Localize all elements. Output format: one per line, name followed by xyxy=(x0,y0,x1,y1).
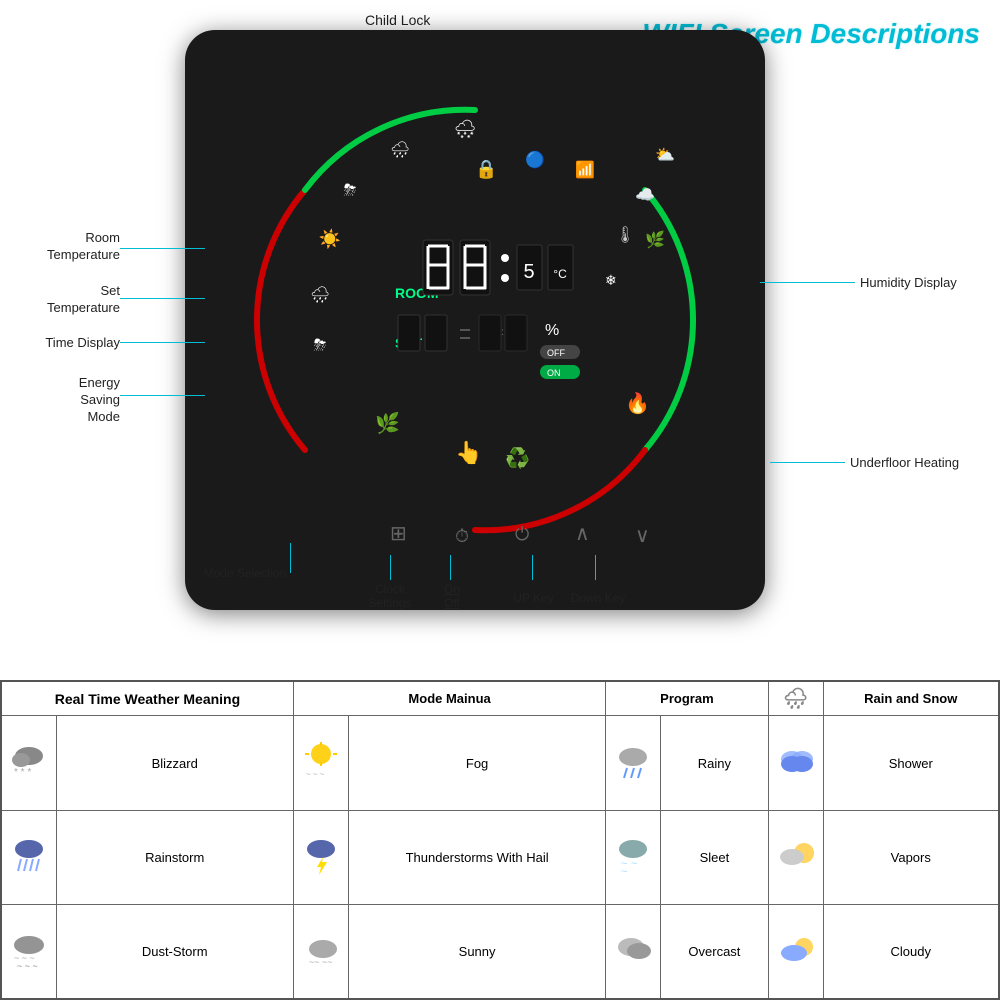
svg-text:⊞: ⊞ xyxy=(390,523,407,545)
svg-text:~ ~ ~: ~ ~ ~ xyxy=(17,961,38,969)
room-temp-line xyxy=(120,248,205,249)
mode-selection-label: Mode Selection xyxy=(200,566,290,580)
dust-storm-icon: ~ ~ ~ ~ ~ ~ xyxy=(1,904,56,999)
vapors-label: Vapors xyxy=(823,811,999,905)
svg-text:5: 5 xyxy=(523,261,534,283)
shower-icon xyxy=(768,716,823,811)
set-temp-label: SetTemperature xyxy=(5,283,120,317)
rainstorm-label: Rainstorm xyxy=(56,811,293,905)
top-section: WIFI Screen Descriptions Child Lock 🌨 🌧 … xyxy=(0,0,1000,680)
vapors-icon xyxy=(768,811,823,905)
table-row: Rainstorm Thunderstorms With Hail ~ ~ ~ xyxy=(1,811,999,905)
blizzard-icon: * * * xyxy=(1,716,56,811)
svg-text:∧: ∧ xyxy=(575,523,590,545)
svg-text:⛅: ⛅ xyxy=(655,147,675,164)
header-mode: Mode Mainua xyxy=(293,681,605,716)
energy-saving-line xyxy=(120,395,205,396)
humidity-line xyxy=(760,282,855,283)
table-row: ~ ~ ~ ~ ~ ~ Dust-Storm ~~ ~~ Sunny xyxy=(1,904,999,999)
on-off-label: OnOff xyxy=(432,582,472,610)
svg-text:OFF: OFF xyxy=(547,348,565,358)
device: 🌨 🌧 ⛈ ☀️ 🌧 ⛈ ROOM SET 🌡 🌿 ☁️ ❄ 📶 xyxy=(185,30,765,610)
humidity-label: Humidity Display xyxy=(860,275,990,290)
overcast-label: Overcast xyxy=(661,904,768,999)
svg-text:ON: ON xyxy=(547,368,561,378)
energy-saving-label: EnergySavingMode xyxy=(5,375,120,426)
svg-text:⛈: ⛈ xyxy=(344,182,357,199)
svg-text:°C: °C xyxy=(553,267,567,281)
fog-label: Fog xyxy=(348,716,605,811)
time-display-line xyxy=(120,342,205,343)
svg-text:☁️: ☁️ xyxy=(635,187,655,204)
down-key-line xyxy=(595,555,596,580)
svg-text:~~ ~~: ~~ ~~ xyxy=(309,957,333,967)
svg-text:♻️: ♻️ xyxy=(505,446,530,470)
svg-text:🔥: 🔥 xyxy=(625,391,650,415)
svg-text:🌿: 🌿 xyxy=(645,230,665,249)
svg-text:🌿: 🌿 xyxy=(375,411,400,435)
header-weather-meaning: Real Time Weather Meaning xyxy=(1,681,293,716)
svg-text:🌧: 🌧 xyxy=(310,286,330,304)
svg-text:🌧: 🌧 xyxy=(390,141,410,159)
rainstorm-icon xyxy=(1,811,56,905)
svg-text:* * *: * * * xyxy=(14,767,31,777)
svg-text:~ ~ ~: ~ ~ ~ xyxy=(306,770,325,777)
set-temp-line xyxy=(120,298,205,299)
up-key-label: UP Key xyxy=(506,591,561,605)
svg-text:🌨: 🌨 xyxy=(454,119,477,139)
svg-text:%: % xyxy=(545,322,559,339)
weather-table-container: Real Time Weather Meaning Mode Mainua Pr… xyxy=(0,680,1000,1000)
shower-label: Shower xyxy=(823,716,999,811)
svg-text:⏱: ⏱ xyxy=(455,526,469,546)
blizzard-label: Blizzard xyxy=(56,716,293,811)
header-program: Program xyxy=(606,681,768,716)
svg-text:🔵: 🔵 xyxy=(525,150,545,169)
svg-text:🌡: 🌡 xyxy=(615,226,635,244)
table-row: * * * Blizzard ~ ~ ~ Fog xyxy=(1,716,999,811)
sleet-label: Sleet xyxy=(661,811,768,905)
cloudy-label: Cloudy xyxy=(823,904,999,999)
svg-text:∨: ∨ xyxy=(635,525,650,547)
sunny-label: Sunny xyxy=(348,904,605,999)
header-rain-snow: Rain and Snow xyxy=(823,681,999,716)
svg-text:~: ~ xyxy=(621,866,627,875)
room-temp-label: RoomTemperature xyxy=(5,230,120,264)
underfloor-label: Underfloor Heating xyxy=(850,455,990,470)
rainy-label: Rainy xyxy=(661,716,768,811)
child-lock-label: Child Lock xyxy=(365,12,430,28)
dust-storm-label: Dust-Storm xyxy=(56,904,293,999)
overcast-icon xyxy=(606,904,661,999)
svg-text:~: ~ xyxy=(631,858,637,870)
svg-text:👆: 👆 xyxy=(455,440,482,465)
down-key-label: Down Key xyxy=(568,591,628,605)
header-rain-snow-icon: 🌧 xyxy=(768,681,823,716)
on-off-line xyxy=(450,555,451,580)
clock-settings-label: ClockSettings xyxy=(360,582,420,610)
svg-text:📶: 📶 xyxy=(575,160,595,179)
rainy-icon xyxy=(606,716,661,811)
up-key-line xyxy=(532,555,533,580)
svg-text:🔒: 🔒 xyxy=(475,159,497,179)
svg-text:❄: ❄ xyxy=(605,272,617,288)
svg-text:☀️: ☀️ xyxy=(319,228,341,250)
svg-text:⏻: ⏻ xyxy=(515,524,529,544)
mode-sel-line xyxy=(290,543,291,573)
svg-text:⛈: ⛈ xyxy=(314,337,327,354)
thunderstorm-icon xyxy=(293,811,348,905)
sunny-icon: ~~ ~~ xyxy=(293,904,348,999)
cloudy-icon xyxy=(768,904,823,999)
sleet-icon: ~ ~ ~ xyxy=(606,811,661,905)
thunderstorm-label: Thunderstorms With Hail xyxy=(348,811,605,905)
underfloor-line xyxy=(770,462,845,463)
time-display-label: Time Display xyxy=(5,335,120,350)
clock-settings-line xyxy=(390,555,391,580)
fog-icon: ~ ~ ~ xyxy=(293,716,348,811)
